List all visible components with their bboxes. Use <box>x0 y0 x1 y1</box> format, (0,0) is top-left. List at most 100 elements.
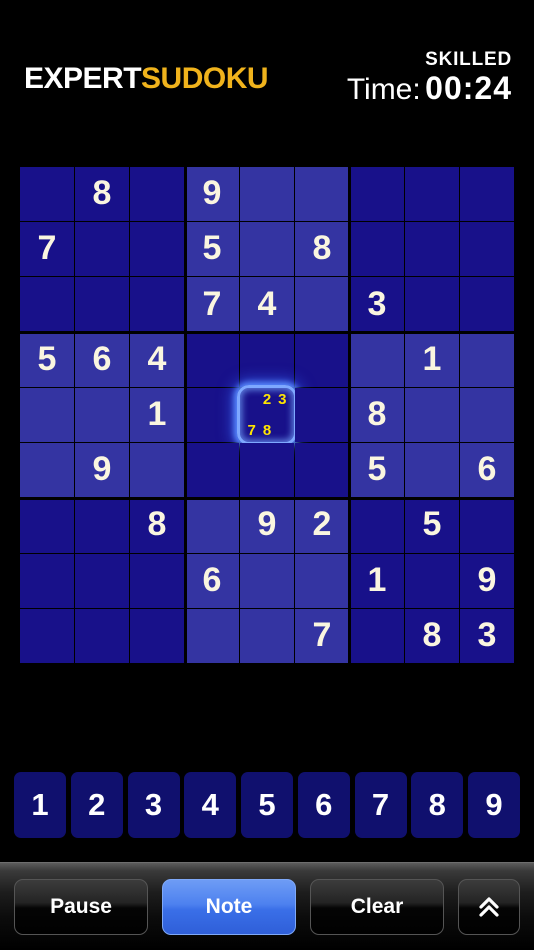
sudoku-cell-r8c5[interactable] <box>240 553 294 608</box>
sudoku-cell-r8c8[interactable] <box>405 553 459 608</box>
sudoku-cell-r5c7[interactable]: 8 <box>350 387 404 443</box>
sudoku-cell-r5c2[interactable] <box>75 387 129 443</box>
bottom-toolbar: Pause Note Clear <box>0 862 534 950</box>
sudoku-cell-r5c5[interactable]: 23 78 <box>237 384 297 446</box>
sudoku-cell-r2c4[interactable]: 5 <box>185 222 239 277</box>
sudoku-cell-r9c6[interactable]: 7 <box>295 608 349 663</box>
sudoku-cell-r9c5[interactable] <box>240 608 294 663</box>
sudoku-cell-r7c4[interactable] <box>185 498 239 553</box>
sudoku-cell-r6c8[interactable] <box>405 443 459 498</box>
numpad-key-2[interactable]: 2 <box>70 772 123 838</box>
sudoku-cell-r1c9[interactable] <box>460 167 514 222</box>
sudoku-cell-r3c7[interactable]: 3 <box>350 277 404 332</box>
sudoku-cell-r8c4[interactable]: 6 <box>185 553 239 608</box>
sudoku-cell-r6c4[interactable] <box>185 443 239 498</box>
sudoku-cell-r7c5[interactable]: 9 <box>240 498 294 553</box>
pause-button[interactable]: Pause <box>14 878 148 935</box>
clear-button[interactable]: Clear <box>310 878 444 935</box>
sudoku-cell-r5c4[interactable] <box>185 387 239 443</box>
sudoku-cell-r7c1[interactable] <box>20 498 74 553</box>
sudoku-cell-r7c6[interactable]: 2 <box>295 498 349 553</box>
cell-digit: 5 <box>37 339 57 378</box>
numpad-key-5[interactable]: 5 <box>241 772 293 838</box>
sudoku-cell-r4c7[interactable] <box>350 332 404 387</box>
sudoku-cell-r4c8[interactable]: 1 <box>405 332 459 387</box>
numpad-key-8[interactable]: 8 <box>411 772 464 838</box>
sudoku-cell-r3c8[interactable] <box>405 277 459 332</box>
sudoku-cell-r1c2[interactable]: 8 <box>75 167 129 222</box>
sudoku-cell-r1c5[interactable] <box>240 167 294 222</box>
sudoku-cell-r2c8[interactable] <box>405 222 459 277</box>
sudoku-cell-r7c9[interactable] <box>460 498 514 553</box>
numpad-key-6[interactable]: 6 <box>297 772 350 838</box>
sudoku-cell-r8c6[interactable] <box>295 553 349 608</box>
sudoku-cell-r4c6[interactable] <box>295 332 349 387</box>
cell-digit: 8 <box>422 615 442 654</box>
sudoku-cell-r2c1[interactable]: 7 <box>20 222 74 277</box>
sudoku-cell-r7c7[interactable] <box>350 498 404 553</box>
note-button[interactable]: Note <box>162 878 296 935</box>
numpad-key-1[interactable]: 1 <box>14 772 66 838</box>
sudoku-cell-r8c3[interactable] <box>130 553 184 608</box>
sudoku-cell-r9c7[interactable] <box>350 608 404 663</box>
sudoku-cell-r6c9[interactable]: 6 <box>460 443 514 498</box>
sudoku-cell-r4c2[interactable]: 6 <box>75 332 129 387</box>
sudoku-cell-r7c2[interactable] <box>75 498 129 553</box>
sudoku-cell-r5c8[interactable] <box>405 387 459 443</box>
sudoku-cell-r3c9[interactable] <box>460 277 514 332</box>
sudoku-cell-r5c9[interactable] <box>460 387 514 443</box>
sudoku-cell-r1c3[interactable] <box>130 167 184 222</box>
cell-digit: 8 <box>367 394 387 433</box>
sudoku-cell-r4c4[interactable] <box>185 332 239 387</box>
sudoku-cell-r9c1[interactable] <box>20 608 74 663</box>
sudoku-cell-r3c5[interactable]: 4 <box>240 277 294 332</box>
sudoku-cell-r6c3[interactable] <box>130 443 184 498</box>
sudoku-cell-r9c4[interactable] <box>185 608 239 663</box>
sudoku-cell-r2c3[interactable] <box>130 222 184 277</box>
sudoku-cell-r4c1[interactable]: 5 <box>20 332 74 387</box>
numpad-key-4[interactable]: 4 <box>184 772 237 838</box>
sudoku-cell-r9c8[interactable]: 8 <box>405 608 459 663</box>
sudoku-cell-r2c5[interactable] <box>240 222 294 277</box>
sudoku-cell-r3c2[interactable] <box>75 277 129 332</box>
sudoku-cell-r9c3[interactable] <box>130 608 184 663</box>
sudoku-cell-r3c1[interactable] <box>20 277 74 332</box>
sudoku-cell-r1c6[interactable] <box>295 167 349 222</box>
numpad-key-7[interactable]: 7 <box>354 772 407 838</box>
sudoku-cell-r6c1[interactable] <box>20 443 74 498</box>
sudoku-cell-r5c3[interactable]: 1 <box>130 387 184 443</box>
sudoku-cell-r9c9[interactable]: 3 <box>460 608 514 663</box>
sudoku-cell-r7c3[interactable]: 8 <box>130 498 184 553</box>
cell-digit: 3 <box>367 284 387 323</box>
cell-digit: 7 <box>202 284 222 323</box>
numpad-key-3[interactable]: 3 <box>127 772 180 838</box>
sudoku-cell-r4c9[interactable] <box>460 332 514 387</box>
sudoku-cell-r4c3[interactable]: 4 <box>130 332 184 387</box>
sudoku-cell-r1c8[interactable] <box>405 167 459 222</box>
sudoku-cell-r6c2[interactable]: 9 <box>75 443 129 498</box>
sudoku-cell-r3c6[interactable] <box>295 277 349 332</box>
numpad-key-9[interactable]: 9 <box>468 772 520 838</box>
sudoku-cell-r6c6[interactable] <box>295 443 349 498</box>
sudoku-cell-r8c2[interactable] <box>75 553 129 608</box>
sudoku-cell-r2c6[interactable]: 8 <box>295 222 349 277</box>
sudoku-cell-r6c5[interactable] <box>240 443 294 498</box>
sudoku-cell-r1c7[interactable] <box>350 167 404 222</box>
sudoku-cell-r2c9[interactable] <box>460 222 514 277</box>
sudoku-cell-r5c6[interactable] <box>295 387 349 443</box>
sudoku-cell-r6c7[interactable]: 5 <box>350 443 404 498</box>
sudoku-cell-r8c1[interactable] <box>20 553 74 608</box>
sudoku-cell-r2c2[interactable] <box>75 222 129 277</box>
sudoku-cell-r8c7[interactable]: 1 <box>350 553 404 608</box>
collapse-keypad-button[interactable] <box>458 878 520 935</box>
sudoku-cell-r1c1[interactable] <box>20 167 74 222</box>
sudoku-cell-r9c2[interactable] <box>75 608 129 663</box>
sudoku-cell-r8c9[interactable]: 9 <box>460 553 514 608</box>
sudoku-cell-r1c4[interactable]: 9 <box>185 167 239 222</box>
sudoku-cell-r7c8[interactable]: 5 <box>405 498 459 553</box>
sudoku-cell-r4c5[interactable] <box>240 332 294 387</box>
sudoku-cell-r3c4[interactable]: 7 <box>185 277 239 332</box>
sudoku-cell-r3c3[interactable] <box>130 277 184 332</box>
sudoku-cell-r2c7[interactable] <box>350 222 404 277</box>
sudoku-cell-r5c1[interactable] <box>20 387 74 443</box>
